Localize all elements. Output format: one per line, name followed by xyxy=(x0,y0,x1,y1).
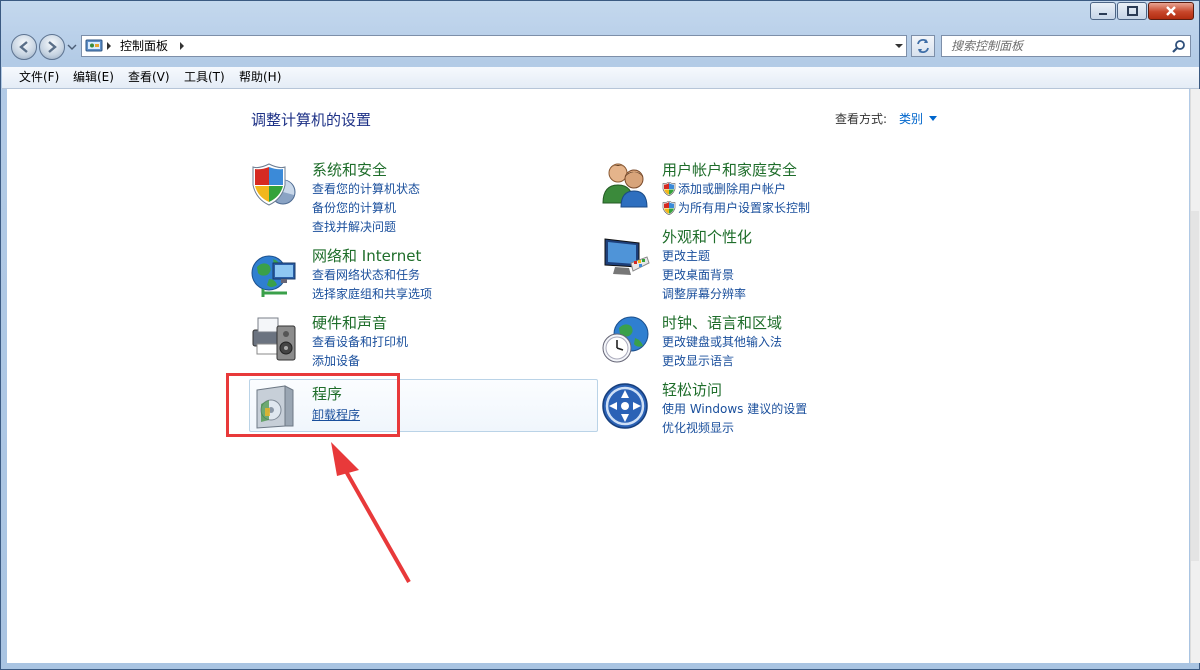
view-by-dropdown[interactable]: 类别 xyxy=(899,112,923,127)
view-by-label: 查看方式: xyxy=(835,112,888,126)
arrow-right-icon xyxy=(48,41,57,53)
link-optimize-visual-display[interactable]: 优化视频显示 xyxy=(662,421,734,436)
search-placeholder: 搜索控制面板 xyxy=(951,39,1024,53)
breadcrumb-control-panel[interactable]: 控制面板 xyxy=(120,38,168,54)
close-button[interactable] xyxy=(1148,2,1194,20)
menu-tools[interactable]: 工具(T) xyxy=(184,70,225,85)
page-heading: 调整计算机的设置 xyxy=(251,111,372,129)
refresh-button[interactable] xyxy=(911,35,935,57)
menu-file[interactable]: 文件(F) xyxy=(19,70,59,85)
users-icon[interactable] xyxy=(601,159,651,209)
link-view-network-status[interactable]: 查看网络状态和任务 xyxy=(312,268,420,283)
link-adjust-resolution[interactable]: 调整屏幕分辨率 xyxy=(662,287,746,302)
uac-shield-icon xyxy=(662,182,676,196)
close-icon xyxy=(1166,6,1176,16)
search-icon[interactable] xyxy=(1172,39,1186,53)
maximize-button[interactable] xyxy=(1117,2,1147,20)
minimize-button[interactable] xyxy=(1090,2,1116,20)
clock-globe-icon[interactable] xyxy=(601,314,651,364)
link-view-devices-printers[interactable]: 查看设备和打印机 xyxy=(312,335,408,350)
menu-bar: 文件(F) 编辑(E) 查看(V) 工具(T) 帮助(H) xyxy=(2,67,1199,89)
category-ease-of-access-title[interactable]: 轻松访问 xyxy=(662,381,722,399)
control-panel-window: 控制面板 搜索控制面板 文件(F) 编辑(E) 查看(V) 工具(T) 帮助(H… xyxy=(0,0,1200,670)
printer-speaker-icon[interactable] xyxy=(249,314,299,364)
control-panel-icon xyxy=(85,39,103,52)
menu-view[interactable]: 查看(V) xyxy=(128,70,170,85)
forward-button[interactable] xyxy=(39,34,65,60)
navigation-bar: 控制面板 搜索控制面板 xyxy=(1,31,1199,63)
globe-network-icon[interactable] xyxy=(249,249,299,299)
back-button[interactable] xyxy=(11,34,37,60)
category-user-accounts-title[interactable]: 用户帐户和家庭安全 xyxy=(662,161,797,179)
refresh-icon xyxy=(917,39,929,53)
maximize-icon xyxy=(1127,6,1138,16)
title-bar xyxy=(1,1,1199,29)
link-add-remove-accounts[interactable]: 添加或删除用户帐户 xyxy=(678,182,786,197)
link-backup-computer[interactable]: 备份您的计算机 xyxy=(312,201,396,216)
link-change-input-method[interactable]: 更改键盘或其他输入法 xyxy=(662,335,782,350)
breadcrumb-separator-icon xyxy=(107,42,111,50)
link-homegroup-sharing[interactable]: 选择家庭组和共享选项 xyxy=(312,287,432,302)
ease-of-access-icon[interactable] xyxy=(601,382,651,432)
category-clock-region-title[interactable]: 时钟、语言和区域 xyxy=(662,314,782,332)
address-dropdown-icon[interactable] xyxy=(894,43,904,49)
menu-edit[interactable]: 编辑(E) xyxy=(73,70,114,85)
monitor-palette-icon[interactable] xyxy=(601,233,651,283)
arrow-left-icon xyxy=(19,41,28,53)
shield-computer-icon[interactable] xyxy=(249,159,299,209)
breadcrumb-separator-icon[interactable] xyxy=(179,42,185,50)
link-change-theme[interactable]: 更改主题 xyxy=(662,249,710,264)
link-change-display-language[interactable]: 更改显示语言 xyxy=(662,354,734,369)
category-network-internet-title[interactable]: 网络和 Internet xyxy=(312,247,421,265)
link-windows-recommended-settings[interactable]: 使用 Windows 建议的设置 xyxy=(662,402,807,417)
menu-help[interactable]: 帮助(H) xyxy=(239,70,281,85)
uac-shield-icon xyxy=(662,201,676,215)
content-pane xyxy=(7,89,1189,663)
link-change-desktop-background[interactable]: 更改桌面背景 xyxy=(662,268,734,283)
minimize-icon xyxy=(1099,13,1107,15)
link-parental-controls[interactable]: 为所有用户设置家长控制 xyxy=(678,201,810,216)
view-by-chevron-icon[interactable] xyxy=(929,116,937,122)
address-bar[interactable]: 控制面板 xyxy=(81,35,907,57)
category-hardware-sound-title[interactable]: 硬件和声音 xyxy=(312,314,387,332)
annotation-highlight-box xyxy=(226,373,400,437)
recent-pages-chevron-icon[interactable] xyxy=(67,43,77,51)
annotation-arrow-icon xyxy=(331,442,411,583)
search-box[interactable]: 搜索控制面板 xyxy=(941,35,1191,57)
category-system-security-title[interactable]: 系统和安全 xyxy=(312,161,387,179)
link-view-computer-status[interactable]: 查看您的计算机状态 xyxy=(312,182,420,197)
scrollbar-thumb[interactable] xyxy=(1191,211,1199,561)
category-appearance-title[interactable]: 外观和个性化 xyxy=(662,228,752,246)
link-find-fix-problems[interactable]: 查找并解决问题 xyxy=(312,220,396,235)
link-add-device[interactable]: 添加设备 xyxy=(312,354,360,369)
